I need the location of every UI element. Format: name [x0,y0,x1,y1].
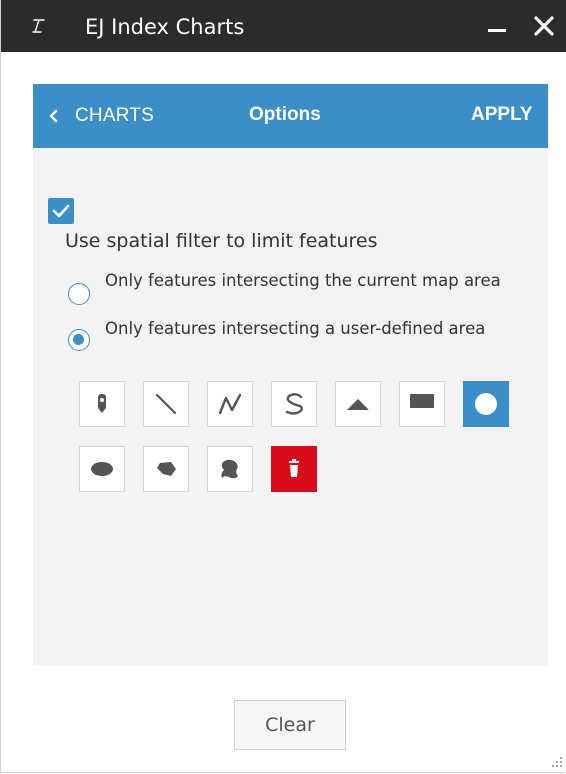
freehand-polygon-icon [221,459,238,479]
widget-window: EJ Index Charts CHARTS Options APPLY Use… [0,0,566,773]
back-button-label: CHARTS [75,105,154,126]
freehand-polygon-tool[interactable] [207,446,253,492]
radio-label-current-map-area: Only features intersecting the current m… [105,271,501,290]
ellipse-icon [91,462,113,476]
map-pin-icon [98,394,106,413]
freehand-polyline-tool[interactable] [271,381,317,427]
freehand-line-icon [285,393,303,415]
spatial-filter-label: Use spatial filter to limit features [65,230,378,252]
radio-selected-dot [73,334,84,345]
close-button[interactable] [531,13,557,39]
panel-title: Options [249,104,321,125]
triangle-tool[interactable] [335,381,381,427]
rectangle-icon [410,394,434,408]
ellipse-tool[interactable] [79,446,125,492]
spatial-filter-checkbox[interactable] [48,198,74,224]
polyline-icon [218,393,242,415]
polygon-icon [157,462,176,476]
chevron-left-icon [49,109,58,123]
point-tool[interactable] [79,381,125,427]
apply-button[interactable]: APPLY [471,104,533,126]
checkmark-icon [52,204,70,218]
title-bar[interactable]: EJ Index Charts [1,0,566,52]
radio-user-defined-area[interactable] [68,329,90,351]
resize-grip-icon[interactable] [551,756,563,768]
clear-button[interactable]: Clear [234,700,346,750]
polyline-tool[interactable] [207,381,253,427]
radio-label-user-defined-area: Only features intersecting a user-define… [105,319,486,338]
minimize-button[interactable] [488,29,506,32]
options-panel: CHARTS Options APPLY Use spatial filter … [33,84,548,666]
window-title: EJ Index Charts [85,15,245,39]
triangle-icon [347,399,369,410]
widget-app-icon [32,19,45,33]
delete-tool[interactable] [271,446,317,492]
panel-header: CHARTS Options APPLY [33,84,548,148]
polygon-tool[interactable] [143,446,189,492]
back-to-charts-button[interactable]: CHARTS [47,104,154,128]
circle-tool[interactable] [463,381,509,427]
rectangle-tool[interactable] [399,381,445,427]
circle-icon [475,393,497,415]
radio-current-map-area[interactable] [68,283,90,305]
line-icon [155,393,177,415]
line-tool[interactable] [143,381,189,427]
trash-icon [289,459,299,477]
